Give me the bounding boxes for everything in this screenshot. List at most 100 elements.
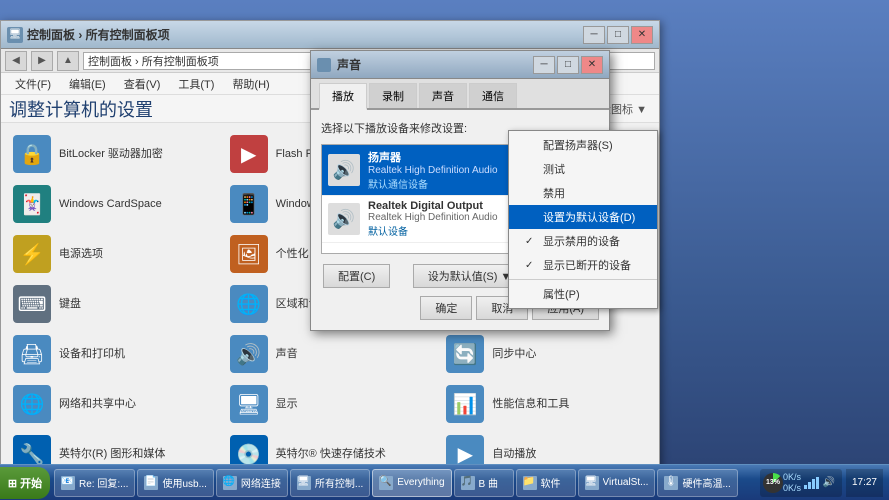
menu-file[interactable]: 文件(F) (7, 74, 59, 94)
menu-edit[interactable]: 编辑(E) (61, 74, 114, 94)
sound-dialog-title: 声音 (337, 56, 533, 73)
cp-item-icon-9: ⌨ (13, 285, 51, 323)
taskbar-item-6[interactable]: 📁 软件 (516, 469, 576, 497)
dialog-minimize-button[interactable]: ─ (533, 56, 555, 74)
cp-item-0[interactable]: 🔒 BitLocker 驱动器加密 (9, 131, 218, 177)
systray: 13% 0K/s 0K/s 🔊 (760, 469, 842, 497)
forward-button[interactable]: ▶ (31, 51, 53, 71)
ctx-separator-6 (509, 279, 657, 280)
cp-item-3[interactable]: 🃏 Windows CardSpace (9, 181, 218, 227)
taskbar-item-icon-8: 🌡 (664, 476, 678, 490)
cp-item-icon-13: 🔊 (230, 335, 268, 373)
taskbar-item-2[interactable]: 🌐 网络连接 (216, 469, 288, 497)
context-menu: 配置扬声器(S) 测试禁用设置为默认设备(D)✓显示禁用的设备✓显示已断开的设备属… (508, 130, 658, 309)
ctx-item-5[interactable]: ✓显示已断开的设备 (509, 253, 657, 277)
control-panel-icon: 🖥 (7, 27, 23, 43)
menu-view[interactable]: 查看(V) (116, 74, 169, 94)
ctx-label-0: 配置扬声器(S) (543, 137, 613, 153)
ok-button[interactable]: 确定 (420, 296, 472, 320)
dialog-tabs: 播放 录制 声音 通信 (311, 79, 609, 110)
maximize-button[interactable]: □ (607, 26, 629, 44)
cp-item-label-12: 设备和打印机 (59, 347, 125, 361)
minimize-button[interactable]: ─ (583, 26, 605, 44)
ctx-item-3[interactable]: 设置为默认设备(D) (509, 205, 657, 229)
cp-item-icon-3: 🃏 (13, 185, 51, 223)
cp-item-label-9: 键盘 (59, 297, 81, 311)
ctx-item-7[interactable]: 属性(P) (509, 282, 657, 306)
up-button[interactable]: ▲ (57, 51, 79, 71)
cp-item-12[interactable]: 🖨 设备和打印机 (9, 331, 218, 377)
taskbar-item-label-3: 所有控制... (315, 475, 363, 490)
cp-item-6[interactable]: ⚡ 电源选项 (9, 231, 218, 277)
taskbar-item-icon-3: 🖥 (297, 476, 311, 490)
cp-item-icon-0: 🔒 (13, 135, 51, 173)
battery-indicator[interactable]: 13% (766, 476, 780, 490)
net-bar-3 (812, 479, 815, 489)
taskbar-item-4[interactable]: 🔍 Everything (372, 469, 451, 497)
cp-item-label-0: BitLocker 驱动器加密 (59, 147, 163, 161)
cp-item-13[interactable]: 🔊 声音 (226, 331, 435, 377)
cp-item-label-19: 英特尔® 快速存储技术 (276, 447, 386, 461)
ctx-label-7: 属性(P) (543, 286, 580, 302)
cp-item-15[interactable]: 🌐 网络和共享中心 (9, 381, 218, 427)
cp-item-label-18: 英特尔(R) 图形和媒体 (59, 447, 165, 461)
window-controls: ─ □ ✕ (583, 26, 653, 44)
cp-item-label-15: 网络和共享中心 (59, 397, 136, 411)
cp-item-icon-16: 🖥 (230, 385, 268, 423)
window-titlebar: 🖥 控制面板 › 所有控制面板项 ─ □ ✕ (1, 21, 659, 49)
ctx-item-2[interactable]: 禁用 (509, 181, 657, 205)
cp-item-17[interactable]: 📊 性能信息和工具 (442, 381, 651, 427)
taskbar-item-label-7: VirtualSt... (603, 477, 649, 488)
net-bar-4 (816, 477, 819, 489)
configure-button[interactable]: 配置(C) (323, 264, 390, 288)
dialog-controls: ─ □ ✕ (533, 56, 603, 74)
tab-communications[interactable]: 通信 (469, 83, 517, 108)
menu-help[interactable]: 帮助(H) (224, 74, 277, 94)
speaker-tray-icon[interactable]: 🔊 (822, 476, 836, 490)
menu-tools[interactable]: 工具(T) (170, 74, 222, 94)
ctx-label-2: 禁用 (543, 185, 565, 201)
ctx-item-0[interactable]: 配置扬声器(S) (509, 133, 657, 157)
taskbar-items: 📧 Re: 回复:... 📄 使用usb... 🌐 网络连接 🖥 所有控制...… (54, 469, 754, 497)
taskbar-item-5[interactable]: 🎵 B 曲 (454, 469, 514, 497)
taskbar-item-0[interactable]: 📧 Re: 回复:... (54, 469, 135, 497)
address-text: 控制面板 › 所有控制面板项 (88, 53, 219, 69)
tab-playback[interactable]: 播放 (319, 83, 367, 110)
close-button[interactable]: ✕ (631, 26, 653, 44)
cp-item-label-17: 性能信息和工具 (492, 397, 569, 411)
ctx-item-1[interactable]: 测试 (509, 157, 657, 181)
digital-output-icon: 🔊 (328, 203, 360, 235)
taskbar-item-label-4: Everything (397, 477, 444, 488)
ctx-label-4: 显示禁用的设备 (543, 233, 620, 249)
taskbar-item-7[interactable]: 🖥 VirtualSt... (578, 469, 656, 497)
cp-item-9[interactable]: ⌨ 键盘 (9, 281, 218, 327)
cp-item-icon-10: 🌐 (230, 285, 268, 323)
system-clock[interactable]: 17:27 (846, 469, 883, 497)
taskbar-right: 13% 0K/s 0K/s 🔊 17:27 (754, 465, 889, 500)
taskbar-item-label-0: Re: 回复:... (79, 475, 128, 490)
cp-item-icon-4: 📱 (230, 185, 268, 223)
taskbar-item-1[interactable]: 📄 使用usb... (137, 469, 213, 497)
tab-recording[interactable]: 录制 (369, 83, 417, 108)
taskbar-item-3[interactable]: 🖥 所有控制... (290, 469, 370, 497)
net-bar-1 (804, 485, 807, 489)
cp-item-label-14: 同步中心 (492, 347, 536, 361)
dialog-close-button[interactable]: ✕ (581, 56, 603, 74)
tab-sounds[interactable]: 声音 (419, 83, 467, 108)
taskbar-item-icon-7: 🖥 (585, 476, 599, 490)
back-button[interactable]: ◀ (5, 51, 27, 71)
ctx-item-4[interactable]: ✓显示禁用的设备 (509, 229, 657, 253)
dialog-maximize-button[interactable]: □ (557, 56, 579, 74)
cp-item-label-7: 个性化 (276, 247, 309, 261)
taskbar-item-8[interactable]: 🌡 硬件高温... (657, 469, 737, 497)
cp-item-14[interactable]: 🔄 同步中心 (442, 331, 651, 377)
taskbar-item-label-2: 网络连接 (241, 475, 281, 490)
cp-item-16[interactable]: 🖥 显示 (226, 381, 435, 427)
cp-item-icon-15: 🌐 (13, 385, 51, 423)
start-button[interactable]: ⊞ 开始 (0, 467, 50, 499)
cp-item-icon-12: 🖨 (13, 335, 51, 373)
taskbar-item-icon-4: 🔍 (379, 476, 393, 490)
speakers-icon: 🔊 (328, 154, 360, 186)
ctx-label-5: 显示已断开的设备 (543, 257, 631, 273)
battery-circle: 13% (763, 473, 783, 493)
